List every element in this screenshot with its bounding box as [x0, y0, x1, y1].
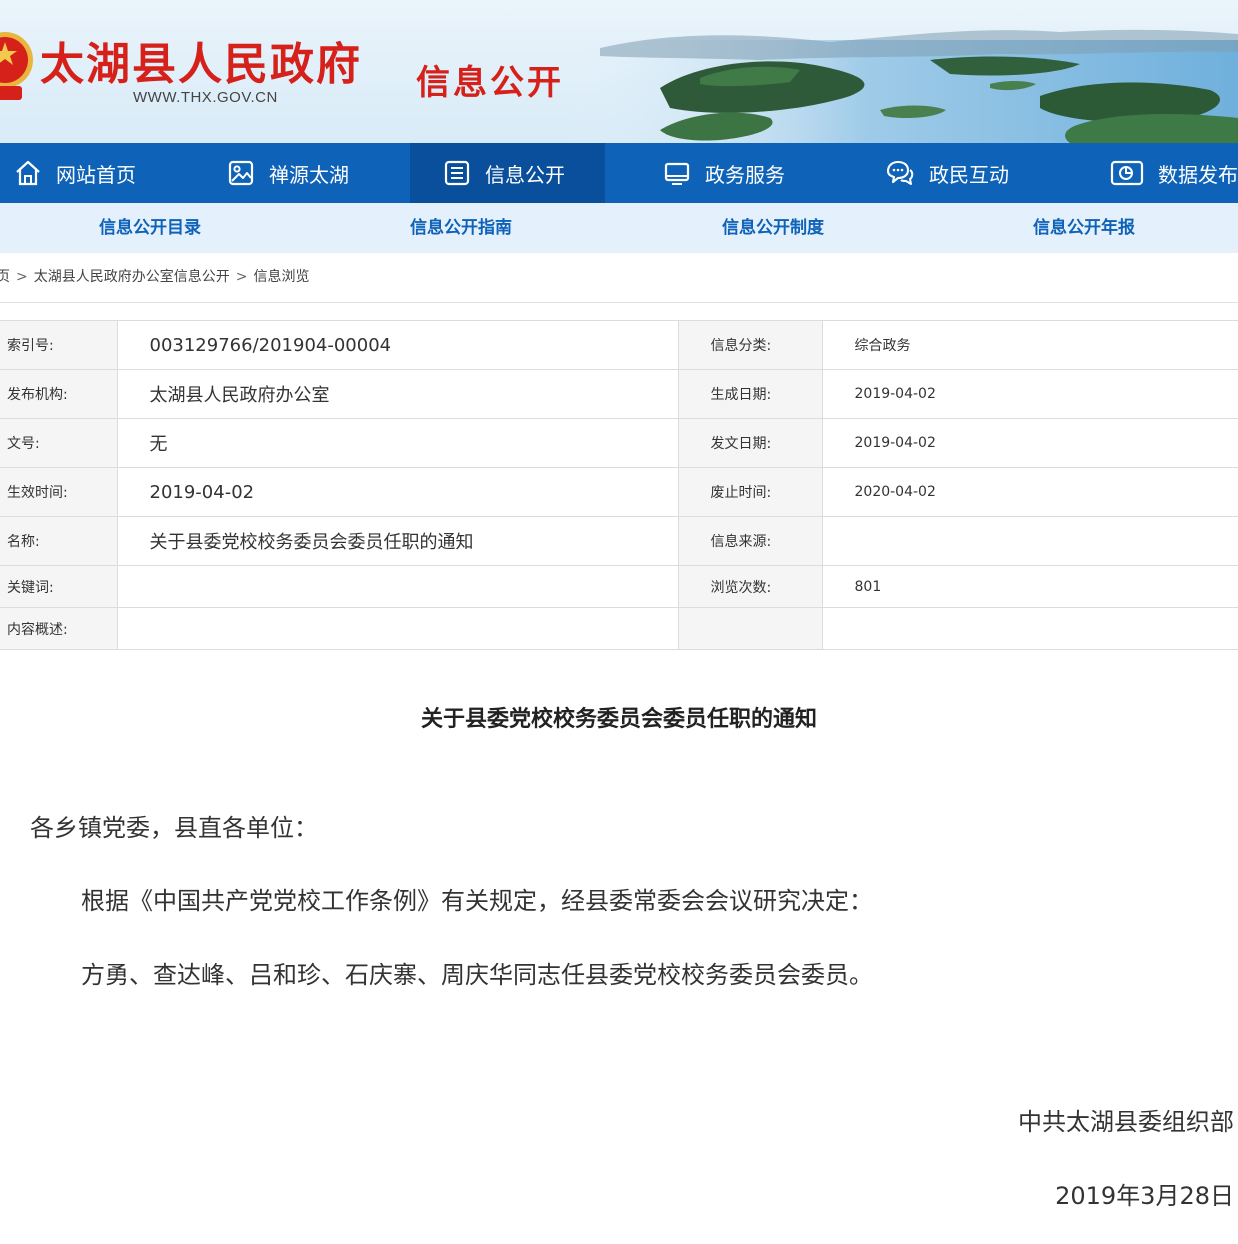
- subnav-item-system[interactable]: 信息公开制度: [722, 203, 824, 253]
- article-date: 2019年3月28日: [1055, 1182, 1234, 1210]
- meta-value: 太湖县人民政府办公室: [116, 369, 679, 419]
- meta-label: 信息分类:: [677, 320, 823, 370]
- meta-label: 发布机构:: [0, 369, 118, 419]
- pie-chart-icon: [1110, 160, 1144, 186]
- meta-label: [677, 607, 823, 650]
- article-greeting: 各乡镇党委，县直各单位：: [30, 814, 318, 842]
- meta-value: 2020-04-02: [821, 467, 1238, 517]
- picture-icon: [228, 160, 254, 186]
- subnav-item-annual-report[interactable]: 信息公开年报: [1033, 203, 1135, 253]
- meta-label: 废止时间:: [677, 467, 823, 517]
- breadcrumb-home[interactable]: 页: [0, 269, 10, 285]
- home-icon: [16, 160, 40, 186]
- nav-label: 信息公开: [485, 162, 565, 187]
- meta-value: 2019-04-02: [821, 418, 1238, 468]
- chat-bubbles-icon: [886, 160, 914, 185]
- nav-item-home[interactable]: 网站首页: [0, 143, 205, 203]
- meta-label: 关键词:: [0, 565, 118, 608]
- breadcrumb-office[interactable]: 太湖县人民政府办公室信息公开: [34, 269, 230, 285]
- article-paragraph: 根据《中国共产党党校工作条例》有关规定，经县委常委会会议研究决定：: [81, 887, 873, 915]
- table-row: 发布机构: 太湖县人民政府办公室 生成日期: 2019-04-02: [0, 369, 1238, 419]
- nav-item-data-release[interactable]: 数据发布: [1030, 143, 1238, 203]
- meta-label: 发文日期:: [677, 418, 823, 468]
- meta-value: 003129766/201904-00004: [116, 320, 679, 370]
- table-row: 生效时间: 2019-04-02 废止时间: 2020-04-02: [0, 467, 1238, 517]
- site-name[interactable]: 太湖县人民政府: [40, 28, 362, 92]
- meta-value: [116, 565, 679, 608]
- subnav-item-guide[interactable]: 信息公开指南: [410, 203, 512, 253]
- meta-value: [821, 607, 1238, 650]
- meta-value: 无: [116, 418, 679, 468]
- meta-label: 名称:: [0, 516, 118, 566]
- nav-label: 数据发布: [1158, 162, 1238, 187]
- document-meta-table: 索引号: 003129766/201904-00004 信息分类: 综合政务 发…: [0, 320, 1238, 650]
- meta-value: 2019-04-02: [116, 467, 679, 517]
- section-title: 信息公开: [416, 63, 564, 103]
- table-row: 索引号: 003129766/201904-00004 信息分类: 综合政务: [0, 320, 1238, 370]
- monitor-icon: [664, 162, 690, 185]
- table-row: 关键词: 浏览次数: 801: [0, 565, 1238, 608]
- meta-label: 索引号:: [0, 320, 118, 370]
- meta-value: [116, 607, 679, 650]
- nav-item-gov-services[interactable]: 政务服务: [605, 143, 821, 203]
- national-emblem-icon: [0, 32, 33, 100]
- breadcrumb-current: 信息浏览: [253, 269, 310, 285]
- nav-item-chanyuan[interactable]: 禅源太湖: [205, 143, 410, 203]
- nav-item-interaction[interactable]: 政民互动: [821, 143, 1030, 203]
- nav-label: 政务服务: [705, 162, 785, 187]
- nav-label: 网站首页: [56, 162, 136, 187]
- header-banner: 太湖县人民政府 WWW.THX.GOV.CN 信息公开: [0, 0, 1238, 143]
- meta-label: 生成日期:: [677, 369, 823, 419]
- document-list-icon: [444, 160, 470, 186]
- table-row: 内容概述:: [0, 607, 1238, 650]
- meta-value: 关于县委党校校务委员会委员任职的通知: [116, 516, 679, 566]
- meta-label: 文号:: [0, 418, 118, 468]
- meta-label: 浏览次数:: [677, 565, 823, 608]
- nav-label: 政民互动: [929, 162, 1009, 187]
- article-paragraph: 方勇、查达峰、吕和珍、石庆寨、周庆华同志任县委党校校务委员会委员。: [81, 961, 873, 989]
- nav-item-info-disclosure[interactable]: 信息公开: [410, 143, 605, 203]
- table-row: 文号: 无 发文日期: 2019-04-02: [0, 418, 1238, 468]
- meta-label: 信息来源:: [677, 516, 823, 566]
- meta-label: 内容概述:: [0, 607, 118, 650]
- meta-value: 2019-04-02: [821, 369, 1238, 419]
- breadcrumb-separator: >: [16, 269, 28, 285]
- meta-label: 生效时间:: [0, 467, 118, 517]
- meta-value: 801: [821, 565, 1238, 608]
- site-url: WWW.THX.GOV.CN: [133, 89, 278, 106]
- sub-nav: 信息公开目录 信息公开指南 信息公开制度 信息公开年报: [0, 203, 1238, 253]
- breadcrumb: 页 > 太湖县人民政府办公室信息公开 > 信息浏览: [0, 266, 309, 286]
- table-row: 名称: 关于县委党校校务委员会委员任职的通知 信息来源:: [0, 516, 1238, 566]
- breadcrumb-separator: >: [235, 269, 248, 285]
- subnav-item-catalog[interactable]: 信息公开目录: [99, 203, 201, 253]
- article-signature: 中共太湖县委组织部: [1018, 1108, 1234, 1136]
- meta-value: [821, 516, 1238, 566]
- main-nav: 网站首页 禅源太湖 信息公开 政务服务 政民互动 数据发布: [0, 143, 1238, 203]
- meta-value: 综合政务: [821, 320, 1238, 370]
- nav-label: 禅源太湖: [269, 162, 349, 187]
- article-title: 关于县委党校校务委员会委员任职的通知: [420, 707, 817, 732]
- divider: [0, 302, 1238, 303]
